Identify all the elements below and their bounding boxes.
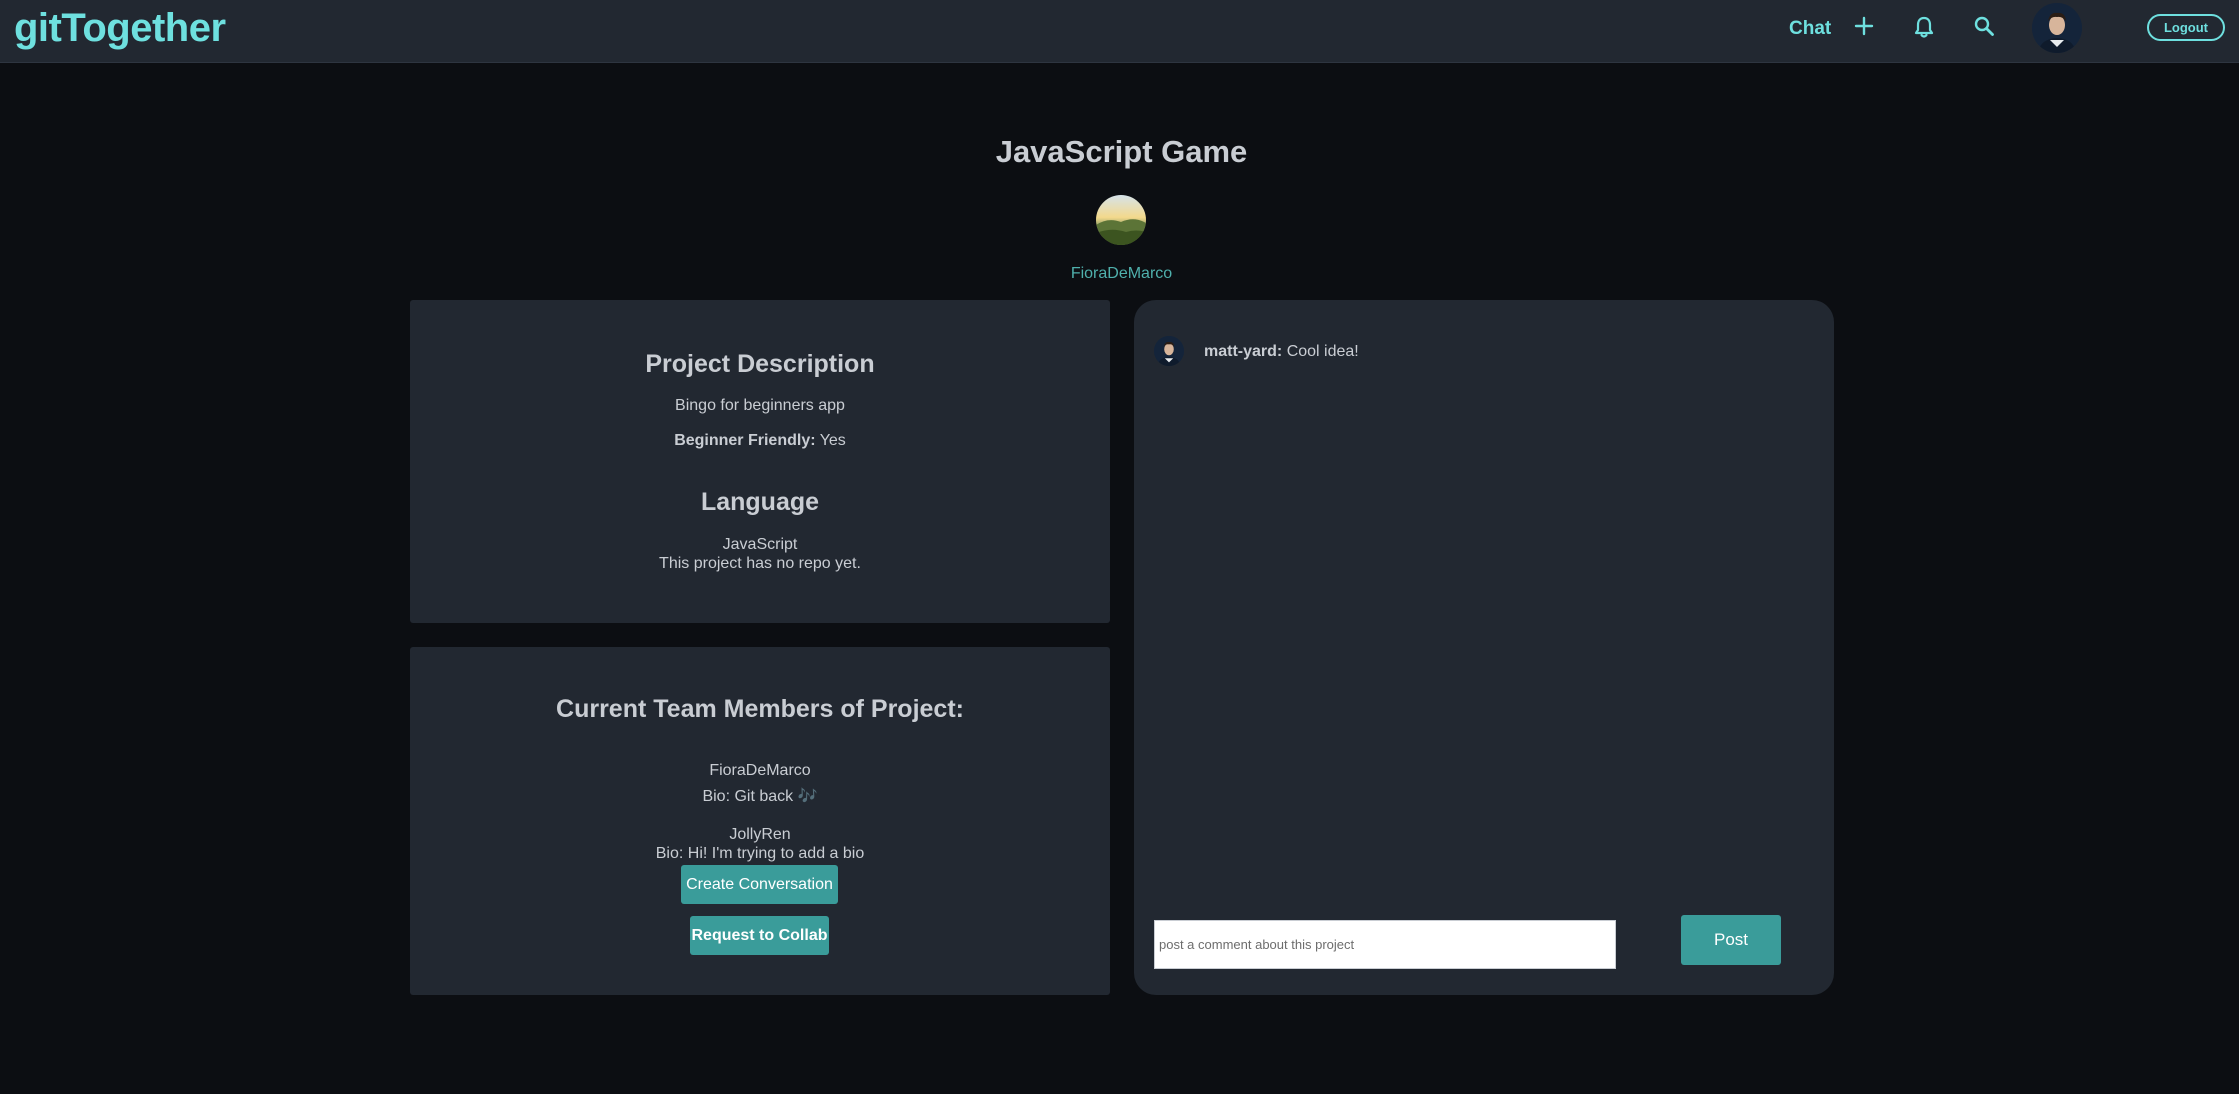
beginner-friendly-row: Beginner Friendly: Yes bbox=[410, 432, 1110, 450]
top-navbar: gitTogether Chat Logout bbox=[0, 0, 2239, 63]
comment-username[interactable]: matt-yard: bbox=[1204, 343, 1282, 360]
comment-body: Cool idea! bbox=[1286, 343, 1359, 360]
comment-input[interactable] bbox=[1154, 920, 1616, 969]
create-conversation-button[interactable]: Create Conversation bbox=[681, 865, 838, 904]
plus-icon[interactable] bbox=[1854, 16, 1874, 36]
member-name: FioraDeMarco bbox=[709, 762, 811, 779]
user-avatar[interactable] bbox=[2032, 3, 2082, 53]
language-value: JavaScript bbox=[722, 536, 798, 553]
post-comment-button[interactable]: Post bbox=[1681, 915, 1781, 965]
brand-logo[interactable]: gitTogether bbox=[14, 6, 226, 51]
page-title: JavaScript Game bbox=[995, 134, 1248, 169]
repo-status-text: This project has no repo yet. bbox=[659, 555, 861, 572]
logout-button[interactable]: Logout bbox=[2147, 14, 2225, 41]
team-heading: Current Team Members of Project: bbox=[556, 695, 964, 723]
comments-panel: matt-yard: Cool idea! Post bbox=[1134, 300, 1834, 995]
beginner-friendly-value: Yes bbox=[819, 432, 846, 449]
description-text: Bingo for beginners app bbox=[675, 397, 845, 414]
member-bio: Bio: Git back 🎶 bbox=[702, 788, 818, 805]
language-heading: Language bbox=[700, 488, 820, 516]
project-description-card: Project Description Bingo for beginners … bbox=[410, 300, 1110, 623]
owner-username-link[interactable]: FioraDeMarco bbox=[0, 265, 2239, 283]
search-icon[interactable] bbox=[1973, 15, 1995, 39]
comment-item: matt-yard: Cool idea! bbox=[1154, 336, 1754, 368]
description-heading: Project Description bbox=[645, 350, 875, 378]
member-bio: Bio: Hi! I'm trying to add a bio bbox=[655, 845, 865, 862]
nav-chat-link[interactable]: Chat bbox=[1789, 18, 1831, 40]
bell-icon[interactable] bbox=[1913, 15, 1935, 39]
comment-author-avatar[interactable] bbox=[1154, 336, 1184, 366]
team-members-card: Current Team Members of Project: FioraDe… bbox=[410, 647, 1110, 995]
comment-text: matt-yard: Cool idea! bbox=[1204, 343, 1359, 361]
member-name: JollyRen bbox=[729, 826, 791, 843]
beginner-friendly-label: Beginner Friendly: bbox=[674, 432, 816, 449]
owner-avatar[interactable] bbox=[1096, 195, 1146, 245]
request-collab-button[interactable]: Request to Collab bbox=[690, 916, 829, 955]
